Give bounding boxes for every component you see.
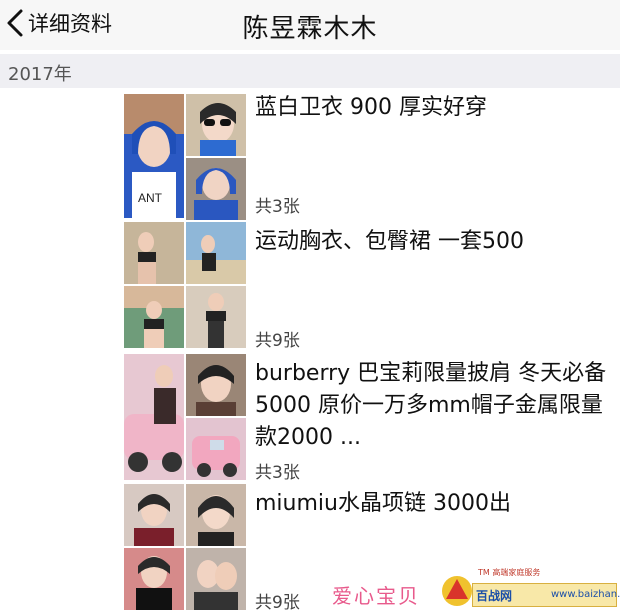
photo-count: 共9张 xyxy=(255,331,300,351)
photo-thumbnail[interactable] xyxy=(124,286,184,348)
post-text: 运动胸衣、包臀裙 一套500 xyxy=(255,229,524,254)
moments-list[interactable]: ANT 蓝白卫衣 900 厚实好穿 共3张 运动胸衣、包臀裙 一套500 共9张… xyxy=(0,88,620,616)
year-section-header: 2017年 xyxy=(0,54,620,88)
site-url: www.baizhan.net xyxy=(551,589,620,600)
trademark-text: TM 高端家庭服务 xyxy=(478,568,541,577)
photo-grid[interactable]: ANT xyxy=(124,88,248,220)
post-text: burberry 巴宝莉限量披肩 冬天必备5000 原价一万多mm帽子金属限量款… xyxy=(255,361,607,450)
watermark-text: 爱心宝贝 xyxy=(332,584,420,608)
list-item[interactable]: 运动胸衣、包臀裙 一套500 共9张 xyxy=(124,222,614,351)
post-text: miumiu水晶项链 3000出 xyxy=(255,491,511,516)
post-text: 蓝白卫衣 900 厚实好穿 xyxy=(255,95,487,120)
photo-thumbnail[interactable] xyxy=(186,418,246,480)
photo-thumbnail[interactable] xyxy=(124,354,184,480)
site-name: 百战网 xyxy=(476,589,513,603)
photo-thumbnail[interactable] xyxy=(124,222,184,284)
navigation-bar: 详细资料 陈昱霖木木 xyxy=(0,0,620,50)
photo-thumbnail[interactable] xyxy=(186,94,246,156)
page-title: 陈昱霖木木 xyxy=(242,14,378,44)
photo-thumbnail[interactable] xyxy=(186,548,246,610)
site-logo-icon xyxy=(442,576,472,606)
photo-grid[interactable] xyxy=(124,222,248,350)
list-item[interactable]: burberry 巴宝莉限量披肩 冬天必备5000 原价一万多mm帽子金属限量款… xyxy=(124,354,614,483)
photo-count: 共9张 xyxy=(255,593,300,613)
photo-count: 共3张 xyxy=(255,463,300,483)
site-watermark-badge: TM 高端家庭服务 百战网 www.baizhan.net xyxy=(440,567,620,613)
photo-thumbnail[interactable] xyxy=(186,354,246,416)
svg-text:ANT: ANT xyxy=(138,191,163,205)
photo-thumbnail[interactable] xyxy=(124,548,184,610)
list-item[interactable]: ANT 蓝白卫衣 900 厚实好穿 共3张 xyxy=(124,88,614,220)
photo-thumbnail[interactable] xyxy=(186,158,246,220)
photo-thumbnail[interactable]: ANT xyxy=(124,94,184,218)
photo-grid[interactable] xyxy=(124,354,248,482)
photo-thumbnail[interactable] xyxy=(124,484,184,546)
photo-count: 共3张 xyxy=(255,197,300,217)
site-banner: 百战网 www.baizhan.net xyxy=(472,583,620,607)
year-label: 2017年 xyxy=(8,64,72,85)
photo-grid[interactable] xyxy=(124,484,248,612)
photo-thumbnail[interactable] xyxy=(186,222,246,284)
photo-thumbnail[interactable] xyxy=(186,286,246,348)
photo-thumbnail[interactable] xyxy=(186,484,246,546)
